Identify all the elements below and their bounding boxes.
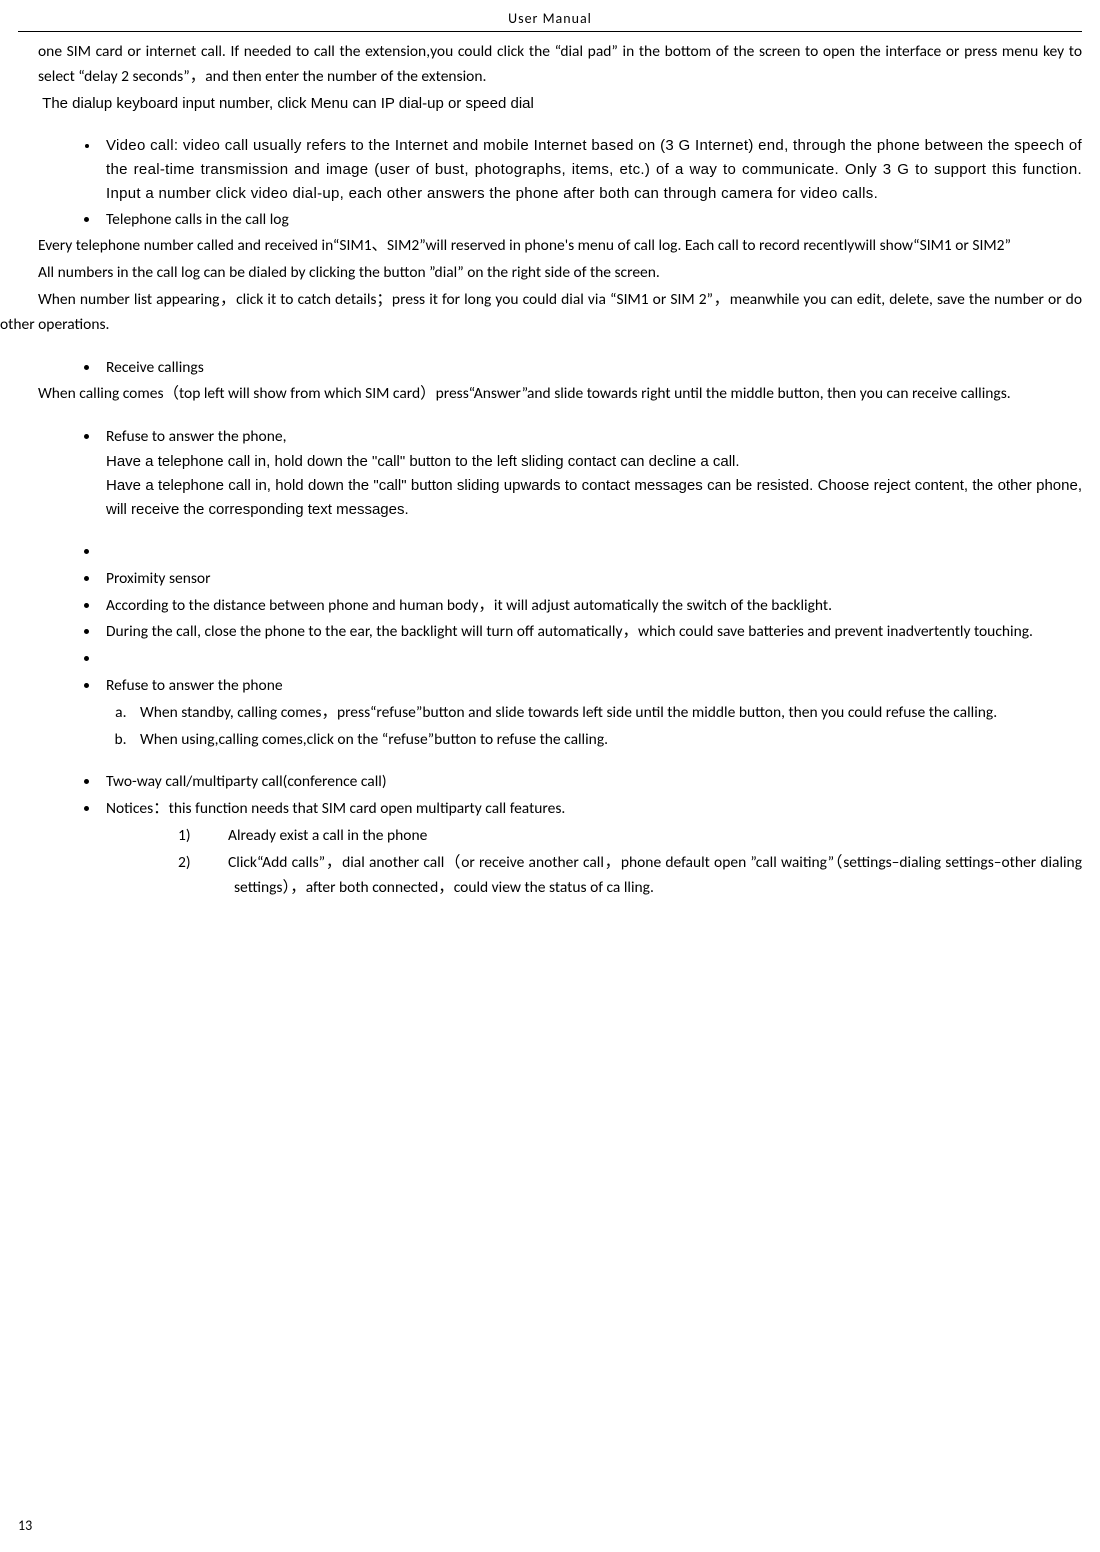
- page-number: 13: [18, 1517, 32, 1534]
- header-divider: [18, 31, 1082, 32]
- receive-para: When calling comes（top left will show fr…: [0, 382, 1082, 407]
- receive-callings-item: Receive callings: [100, 356, 1082, 381]
- conference-steps: 1)Already exist a call in the phone 2)Cl…: [206, 824, 1082, 900]
- conference-notices: Notices：this function needs that SIM car…: [100, 797, 1082, 900]
- call-log-para-2: All numbers in the call log can be diale…: [38, 261, 1082, 286]
- conference-step-1: 1)Already exist a call in the phone: [206, 824, 1082, 849]
- telephone-calls-item: Telephone calls in the call log: [100, 208, 1082, 233]
- call-log-para-3: When number list appearing，click it to c…: [0, 288, 1082, 338]
- proximity-title: Proximity sensor: [100, 567, 1082, 592]
- intro-para-2: The dialup keyboard input number, click …: [38, 92, 1082, 116]
- refuse-item-2: Refuse to answer the phone When standby,…: [100, 674, 1082, 752]
- receive-list: Receive callings: [100, 356, 1082, 381]
- empty-bullet-2: [100, 647, 1082, 672]
- feature-list-1: Video call: video call usually refers to…: [100, 134, 1082, 233]
- refuse-sub-a: When standby, calling comes，press“refuse…: [130, 701, 1082, 726]
- refuse-sub-b: When using,calling comes,click on the “r…: [130, 728, 1082, 753]
- refuse-item-1: Refuse to answer the phone, Have a telep…: [100, 425, 1082, 522]
- empty-bullet-1: [100, 540, 1082, 565]
- proximity-para-1: According to the distance between phone …: [100, 594, 1082, 619]
- proximity-list: Proximity sensor According to the distan…: [100, 540, 1082, 752]
- conference-step-2: 2)Click“Add calls”，dial another call（or …: [206, 851, 1082, 901]
- conference-title: Two-way call/multiparty call(conference …: [100, 770, 1082, 795]
- conference-list: Two-way call/multiparty call(conference …: [100, 770, 1082, 900]
- page-content: one SIM card or internet call. If needed…: [0, 40, 1100, 900]
- call-log-para-1: Every telephone number called and receiv…: [0, 234, 1082, 259]
- refuse-list-1: Refuse to answer the phone, Have a telep…: [100, 425, 1082, 522]
- page-header: User Manual: [0, 0, 1100, 31]
- video-call-item: Video call: video call usually refers to…: [100, 134, 1082, 206]
- refuse-sublist: When standby, calling comes，press“refuse…: [130, 701, 1082, 753]
- proximity-para-2: During the call, close the phone to the …: [100, 620, 1082, 645]
- intro-para-1: one SIM card or internet call. If needed…: [38, 40, 1082, 90]
